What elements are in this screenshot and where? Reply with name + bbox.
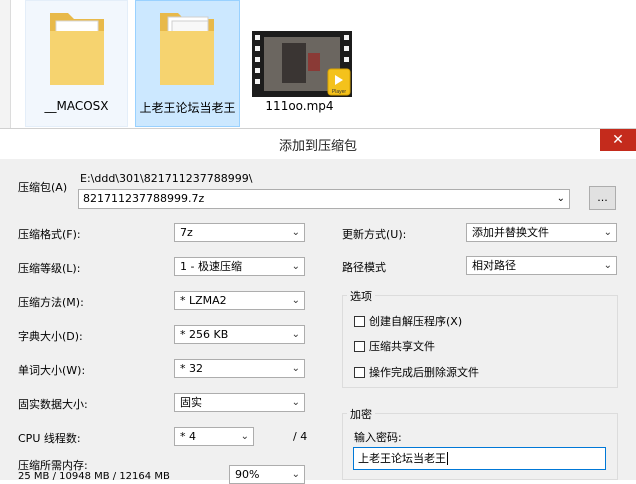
path-mode-value: 相对路径 <box>472 259 516 272</box>
encryption-group-title: 加密 <box>347 406 375 422</box>
close-button[interactable]: ✕ <box>600 129 636 151</box>
word-size-label: 单词大小(W): <box>18 364 86 377</box>
word-size-value: * 32 <box>180 362 203 375</box>
update-mode-select[interactable]: 添加并替换文件 ⌄ <box>466 223 617 242</box>
add-to-archive-dialog: 添加到压缩包 ✕ 压缩包(A) E:\ddd\301\8217112377889… <box>0 128 636 484</box>
dialog-title: 添加到压缩包 <box>278 139 357 154</box>
password-label: 输入密码: <box>354 431 402 444</box>
chevron-down-icon: ⌄ <box>291 261 300 272</box>
nav-pane-edge <box>0 0 11 128</box>
archive-path: E:\ddd\301\821711237788999\ <box>80 172 253 185</box>
solid-size-label: 固实数据大小: <box>18 398 88 411</box>
chevron-down-icon: ⌄ <box>603 260 612 271</box>
video-thumbnail-icon: Player <box>252 31 352 97</box>
file-item-macosx[interactable]: __MACOSX <box>25 0 128 127</box>
chevron-down-icon: ⌄ <box>291 397 300 408</box>
dict-size-select[interactable]: * 256 KB ⌄ <box>174 325 305 344</box>
update-mode-label: 更新方式(U): <box>342 228 407 241</box>
shared-files-checkbox[interactable] <box>354 341 365 352</box>
solid-size-value: 固实 <box>180 396 202 409</box>
file-explorer-pane: __MACOSX 上老王论坛当老王 Player 111oo.mp4 <box>0 0 636 128</box>
archive-name-value: 821711237788999.7z <box>83 192 205 205</box>
level-value: 1 - 极速压缩 <box>180 260 242 273</box>
file-item-video[interactable]: Player 111oo.mp4 <box>247 0 352 127</box>
format-value: 7z <box>180 226 193 239</box>
level-select[interactable]: 1 - 极速压缩 ⌄ <box>174 257 305 276</box>
cpu-threads-select[interactable]: * 4 ⌄ <box>174 427 254 446</box>
dialog-titlebar[interactable]: 添加到压缩包 ✕ <box>0 129 636 159</box>
memory-detail: 25 MB / 10948 MB / 12164 MB <box>18 471 170 482</box>
format-label: 压缩格式(F): <box>18 228 81 241</box>
shared-files-checkbox-row[interactable]: 压缩共享文件 <box>354 338 435 354</box>
solid-size-select[interactable]: 固实 ⌄ <box>174 393 305 412</box>
archive-label: 压缩包(A) <box>18 181 68 194</box>
password-value: 上老王论坛当老王 <box>358 452 446 465</box>
dict-size-label: 字典大小(D): <box>18 330 83 343</box>
update-mode-value: 添加并替换文件 <box>472 226 549 239</box>
delete-after-label: 操作完成后删除源文件 <box>369 366 479 379</box>
path-mode-select[interactable]: 相对路径 ⌄ <box>466 256 617 275</box>
chevron-down-icon: ⌄ <box>291 469 300 480</box>
format-select[interactable]: 7z ⌄ <box>174 223 305 242</box>
chevron-down-icon: ⌄ <box>291 295 300 306</box>
chevron-down-icon: ⌄ <box>291 363 300 374</box>
level-label: 压缩等级(L): <box>18 262 81 275</box>
browse-button[interactable]: ... <box>589 186 616 210</box>
player-badge: Player <box>332 89 347 95</box>
chevron-down-icon: ⌄ <box>291 329 300 340</box>
memory-percent-value: 90% <box>235 468 260 481</box>
method-select[interactable]: * LZMA2 ⌄ <box>174 291 305 310</box>
cpu-threads-label: CPU 线程数: <box>18 432 81 445</box>
password-input[interactable]: 上老王论坛当老王 <box>353 447 606 470</box>
memory-percent-select[interactable]: 90% ⌄ <box>229 465 305 484</box>
folder-icon <box>160 13 214 85</box>
shared-files-label: 压缩共享文件 <box>369 340 435 353</box>
word-size-select[interactable]: * 32 ⌄ <box>174 359 305 378</box>
file-name: __MACOSX <box>44 99 109 113</box>
method-label: 压缩方法(M): <box>18 296 84 309</box>
chevron-down-icon: ⌄ <box>603 227 612 238</box>
sfx-label: 创建自解压程序(X) <box>369 315 463 328</box>
path-mode-label: 路径模式 <box>342 261 386 274</box>
file-name: 上老王论坛当老王 <box>139 101 236 115</box>
file-item-folder-selected[interactable]: 上老王论坛当老王 <box>135 0 240 127</box>
file-name: 111oo.mp4 <box>265 99 334 113</box>
options-group-title: 选项 <box>347 288 375 304</box>
method-value: * LZMA2 <box>180 294 227 307</box>
delete-after-checkbox-row[interactable]: 操作完成后删除源文件 <box>354 364 479 380</box>
sfx-checkbox[interactable] <box>354 316 365 327</box>
chevron-down-icon: ⌄ <box>291 227 300 238</box>
archive-name-combobox[interactable]: 821711237788999.7z ⌄ <box>78 189 570 209</box>
cpu-threads-total: / 4 <box>293 430 308 443</box>
chevron-down-icon[interactable]: ⌄ <box>557 190 565 207</box>
delete-after-checkbox[interactable] <box>354 367 365 378</box>
dict-size-value: * 256 KB <box>180 328 229 341</box>
sfx-checkbox-row[interactable]: 创建自解压程序(X) <box>354 313 462 329</box>
cpu-threads-value: * 4 <box>180 430 196 443</box>
chevron-down-icon: ⌄ <box>240 431 249 442</box>
folder-icon <box>50 13 104 85</box>
text-caret <box>447 452 448 465</box>
